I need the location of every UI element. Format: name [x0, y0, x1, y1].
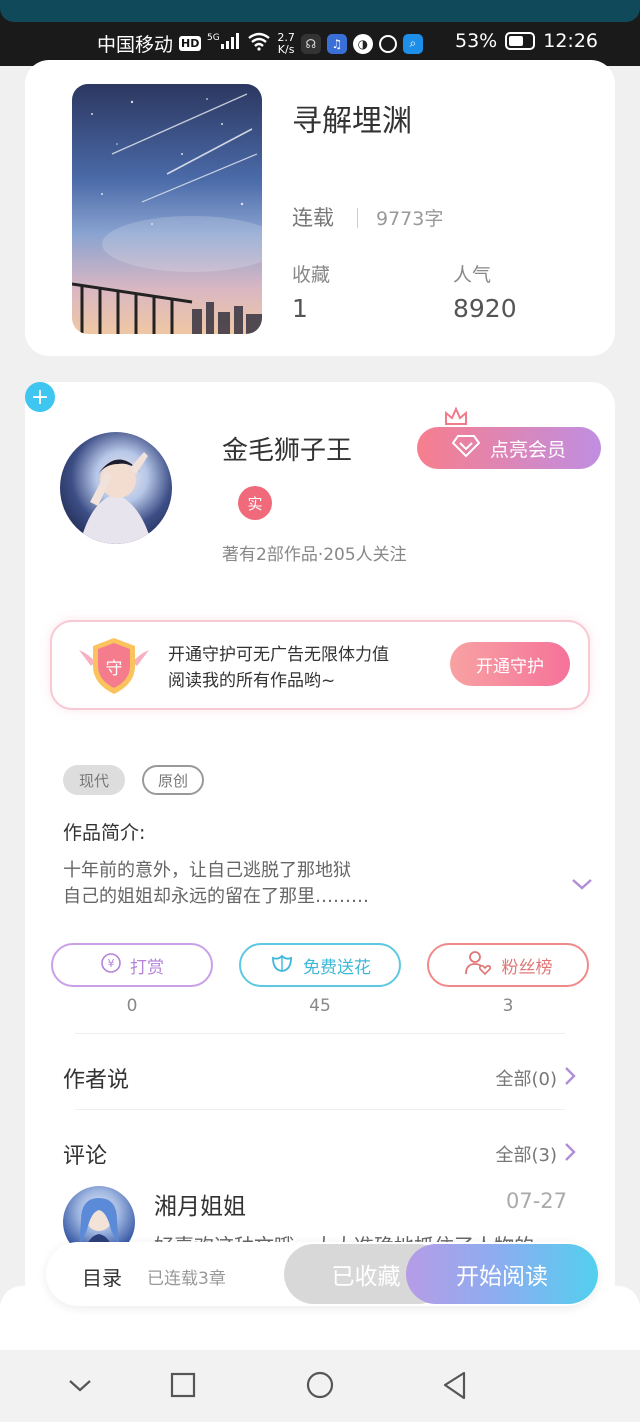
svg-text:¥: ¥ [108, 957, 115, 970]
comments-all-link[interactable]: 全部(3) [496, 1141, 578, 1167]
add-tag-button[interactable]: + [25, 382, 55, 412]
popularity-value: 8920 [453, 294, 517, 323]
divider [75, 1109, 565, 1110]
book-status: 连载 [292, 206, 334, 230]
music-app-icon: ♫ [326, 33, 347, 54]
browser-app-icon: ◑ [352, 33, 373, 54]
shield-icon-text: 守 [106, 659, 123, 679]
reward-button[interactable]: ¥ 打赏 [51, 943, 213, 987]
chevron-right-icon [563, 1142, 577, 1167]
toc-button[interactable]: 目录 [82, 1262, 122, 1291]
hd-badge: HD [179, 36, 202, 51]
home-icon[interactable] [304, 1370, 336, 1406]
author-says-title: 作者说 [63, 1068, 130, 1093]
guard-banner[interactable]: 守 开通守护可无广告无限体力值 阅读我的所有作品哟~ 开通守护 [50, 620, 590, 710]
reward-count: 0 [126, 996, 138, 1016]
author-name[interactable]: 金毛狮子王 [222, 430, 352, 467]
diamond-icon [451, 434, 481, 463]
net-speed-unit: K/s [277, 42, 295, 56]
system-nav-bar [0, 1350, 640, 1422]
clock: 12:26 [543, 30, 598, 52]
shield-icon: 守 [77, 636, 151, 700]
status-bar: 中国移动 HD 5G 2.7 K/s ☊ ♫ ◑ ⌕ 53% 12:26 [0, 24, 640, 64]
divider [75, 1033, 565, 1034]
author-avatar[interactable] [60, 432, 172, 544]
intro-title: 作品简介: [63, 822, 146, 844]
comments-all-label: 全部(3) [495, 1145, 558, 1166]
flower-count: 45 [309, 996, 331, 1016]
battery-icon [505, 32, 536, 50]
yen-icon: ¥ [100, 952, 122, 979]
vip-button[interactable]: 点亮会员 [417, 427, 601, 469]
reward-label: 打赏 [130, 957, 164, 978]
chevron-down-icon[interactable] [66, 1370, 94, 1404]
previous-panel-edge [0, 0, 640, 22]
send-flower-button[interactable]: 免费送花 [239, 943, 401, 987]
verified-badge: 实 [238, 486, 272, 520]
guard-line1: 开通守护可无广告无限体力值 [168, 645, 389, 665]
book-cover[interactable] [72, 84, 262, 334]
search-app-icon: ⌕ [402, 33, 423, 54]
intro-text: 十年前的意外，让自己逃脱了那地狱 自己的姐姐却永远的留在了那里……… [63, 858, 369, 910]
favorites-value: 1 [292, 294, 308, 323]
chevron-right-icon [563, 1066, 577, 1091]
favorites-label: 收藏 [292, 264, 331, 286]
tag-modern[interactable]: 现代 [63, 765, 125, 795]
battery-percent: 53% [455, 30, 498, 52]
tag-original[interactable]: 原创 [142, 765, 204, 795]
author-stats: 著有2部作品·205人关注 [222, 545, 407, 565]
wifi-icon [247, 31, 271, 56]
open-guard-button[interactable]: 开通守护 [450, 642, 570, 686]
chevron-down-icon[interactable] [570, 876, 594, 896]
intro-line2: 自己的姐姐却永远的留在了那里……… [63, 886, 369, 907]
comments-title: 评论 [63, 1144, 108, 1169]
signal-icon: 5G [207, 31, 241, 56]
status-bar-area: 中国移动 HD 5G 2.7 K/s ☊ ♫ ◑ ⌕ 53% 12:26 [0, 0, 640, 66]
recent-apps-icon[interactable] [168, 1370, 198, 1404]
flower-icon [269, 952, 295, 979]
bottom-action-bar: 目录 已连载3章 已收藏 开始阅读 [46, 1242, 598, 1306]
cover-artwork [72, 93, 262, 334]
start-reading-button[interactable]: 开始阅读 [406, 1244, 598, 1304]
back-icon[interactable] [440, 1370, 470, 1406]
fans-count: 3 [502, 996, 514, 1016]
guard-line2: 阅读我的所有作品哟~ [168, 671, 336, 691]
vip-button-label: 点亮会员 [489, 438, 566, 461]
net-speed: 2.7 K/s [277, 31, 295, 56]
fan-ranking-button[interactable]: 粉丝榜 [427, 943, 589, 987]
intro-line1: 十年前的意外，让自己逃脱了那地狱 [63, 860, 351, 881]
book-info-card: 寻解埋渊 连载 9773字 收藏 1 人气 8920 [25, 60, 615, 356]
word-count: 9773字 [376, 208, 444, 230]
loading-app-icon [378, 34, 397, 53]
avatar-artwork [80, 452, 152, 544]
commenter-name: 湘月姐姐 [154, 1194, 246, 1220]
headphone-app-icon: ☊ [300, 33, 321, 54]
carrier-name: 中国移动 [97, 34, 174, 56]
chapter-count: 已连载3章 [147, 1269, 226, 1289]
popularity-label: 人气 [453, 264, 492, 286]
fans-label: 粉丝榜 [501, 957, 553, 978]
guard-text: 开通守护可无广告无限体力值 阅读我的所有作品哟~ [168, 642, 389, 694]
author-says-all-label: 全部(0) [495, 1069, 558, 1090]
author-says-all-link[interactable]: 全部(0) [496, 1065, 578, 1091]
divider [357, 208, 358, 228]
flower-label: 免费送花 [303, 957, 371, 978]
fan-heart-icon [464, 950, 494, 981]
comment-date: 07-27 [505, 1189, 567, 1213]
book-title: 寻解埋渊 [292, 104, 412, 139]
signal-label: 5G [207, 33, 220, 43]
